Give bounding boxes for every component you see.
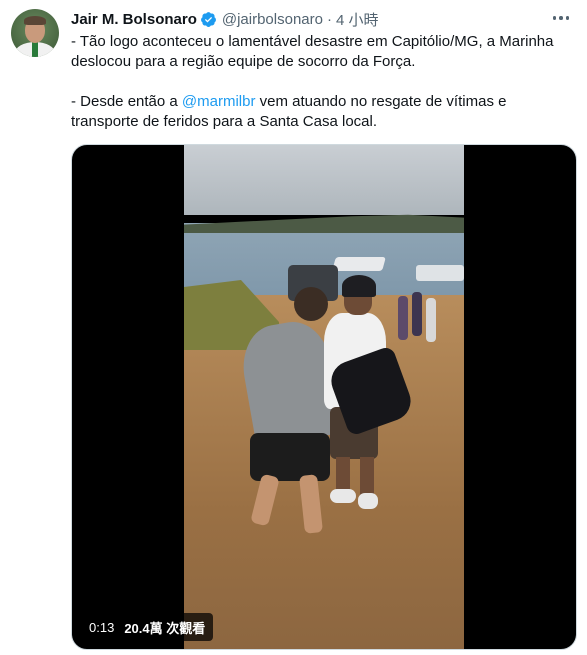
video-duration: 0:13: [89, 619, 115, 635]
paragraph-2-prefix: - Desde então a: [71, 93, 182, 110]
video-stats-badge: 0:13 20.4萬 次觀看: [81, 613, 214, 641]
author-name[interactable]: Jair M. Bolsonaro: [71, 11, 197, 28]
verified-badge-icon: [200, 11, 216, 27]
tweet-timestamp[interactable]: 4 小時: [336, 9, 379, 30]
header-separator: ·: [326, 10, 332, 28]
video-player[interactable]: 0:13 20.4萬 次觀看: [71, 144, 577, 650]
author-handle[interactable]: @jairbolsonaro: [222, 11, 323, 28]
tweet-header: Jair M. Bolsonaro @jairbolsonaro · 4 小時: [71, 9, 379, 29]
tweet-text: - Tão logo aconteceu o lamentável desast…: [71, 32, 577, 132]
more-options-icon[interactable]: [549, 8, 573, 28]
tweet-paragraph-1: - Tão logo aconteceu o lamentável desast…: [71, 33, 554, 70]
author-avatar[interactable]: [11, 9, 59, 57]
video-frame: [184, 145, 464, 649]
tweet-paragraph-2: - Desde então a @marmilbr vem atuando no…: [71, 92, 577, 132]
mention-link[interactable]: @marmilbr: [182, 93, 256, 110]
tweet[interactable]: Jair M. Bolsonaro @jairbolsonaro · 4 小時 …: [0, 0, 587, 655]
video-view-count: 20.4萬 次觀看: [124, 620, 206, 636]
